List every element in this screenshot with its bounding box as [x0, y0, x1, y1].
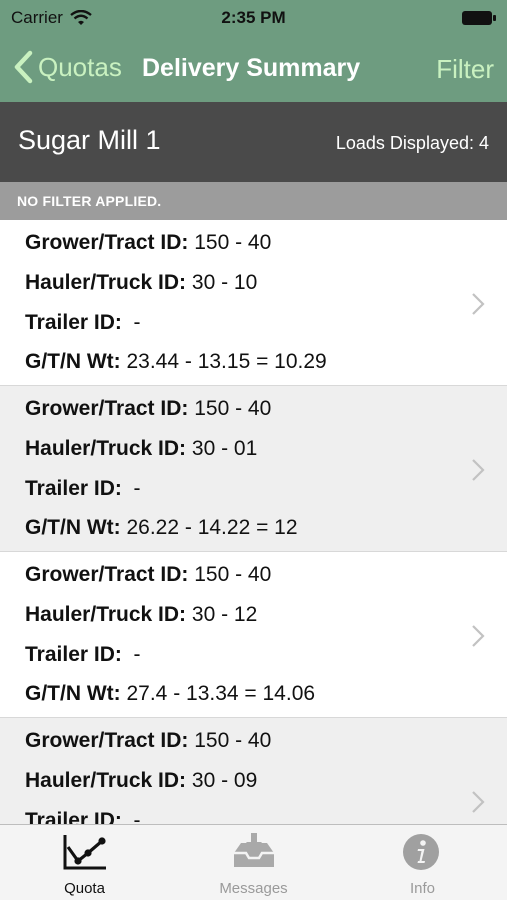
chevron-right-icon	[472, 293, 485, 315]
header: Carrier 2:35 PM Quotas Delivery Summary …	[0, 0, 507, 102]
trailer-value: -	[133, 643, 141, 666]
trailer-label: Trailer ID:	[25, 311, 122, 334]
tab-messages[interactable]: Messages	[169, 825, 338, 900]
delivery-row[interactable]: Grower/Tract ID: 150 - 40 Hauler/Truck I…	[0, 718, 507, 824]
filter-button[interactable]: Filter	[436, 54, 494, 85]
grower-label: Grower/Tract ID:	[25, 231, 189, 254]
grower-label: Grower/Tract ID:	[25, 397, 189, 420]
hauler-label: Hauler/Truck ID:	[25, 437, 187, 460]
delivery-row[interactable]: Grower/Tract ID: 150 - 40 Hauler/Truck I…	[0, 220, 507, 386]
navigation-bar: Quotas Delivery Summary Filter	[0, 42, 507, 96]
chevron-right-icon	[472, 625, 485, 647]
hauler-value: 30 - 01	[191, 437, 258, 460]
grower-value: 150 - 40	[194, 729, 272, 752]
weight-label: G/T/N Wt:	[25, 350, 121, 373]
trailer-value: -	[133, 477, 141, 500]
trailer-label: Trailer ID:	[25, 643, 122, 666]
chart-icon	[63, 835, 106, 870]
page-title: Delivery Summary	[142, 54, 361, 82]
delivery-list[interactable]: Grower/Tract ID: 150 - 40 Hauler/Truck I…	[0, 220, 507, 824]
hauler-label: Hauler/Truck ID:	[25, 769, 187, 792]
battery-icon	[462, 11, 496, 25]
tab-bar: Quota Messages Info	[0, 824, 507, 900]
info-icon	[403, 834, 439, 870]
loads-count: Loads Displayed: 4	[335, 133, 489, 153]
chevron-right-icon	[472, 791, 485, 813]
inbox-icon	[234, 833, 274, 867]
delivery-row[interactable]: Grower/Tract ID: 150 - 40 Hauler/Truck I…	[0, 552, 507, 718]
status-time: 2:35 PM	[221, 8, 286, 27]
grower-label: Grower/Tract ID:	[25, 729, 189, 752]
trailer-label: Trailer ID:	[25, 477, 122, 500]
hauler-label: Hauler/Truck ID:	[25, 271, 187, 294]
grower-value: 150 - 40	[194, 563, 272, 586]
hauler-label: Hauler/Truck ID:	[25, 603, 187, 626]
tab-messages-label: Messages	[219, 880, 288, 897]
mill-name: Sugar Mill 1	[18, 125, 161, 155]
weight-label: G/T/N Wt:	[25, 682, 121, 705]
hauler-value: 30 - 12	[191, 603, 258, 626]
tab-info-label: Info	[409, 880, 436, 897]
back-button[interactable]: Quotas	[12, 50, 122, 84]
delivery-row[interactable]: Grower/Tract ID: 150 - 40 Hauler/Truck I…	[0, 386, 507, 552]
weight-value: 23.44 - 13.15 = 10.29	[126, 350, 327, 373]
grower-value: 150 - 40	[194, 231, 272, 254]
tab-info[interactable]: Info	[338, 825, 507, 900]
grower-label: Grower/Tract ID:	[25, 563, 189, 586]
status-bar: Carrier 2:35 PM	[0, 0, 507, 36]
hauler-value: 30 - 10	[191, 271, 258, 294]
chevron-right-icon	[472, 459, 485, 481]
tab-quota[interactable]: Quota	[0, 825, 169, 900]
weight-label: G/T/N Wt:	[25, 516, 121, 539]
weight-value: 27.4 - 13.34 = 14.06	[126, 682, 316, 705]
mill-summary-bar: Sugar Mill 1 Loads Displayed: 4	[0, 102, 507, 182]
tab-quota-label: Quota	[64, 880, 105, 897]
trailer-value: -	[133, 809, 141, 824]
trailer-label: Trailer ID:	[25, 809, 122, 824]
chevron-left-icon	[14, 50, 33, 84]
hauler-value: 30 - 09	[191, 769, 258, 792]
filter-status: NO FILTER APPLIED.	[0, 182, 507, 220]
grower-value: 150 - 40	[194, 397, 272, 420]
weight-value: 26.22 - 14.22 = 12	[126, 516, 298, 539]
trailer-value: -	[133, 311, 141, 334]
back-button-label: Quotas	[38, 51, 122, 82]
